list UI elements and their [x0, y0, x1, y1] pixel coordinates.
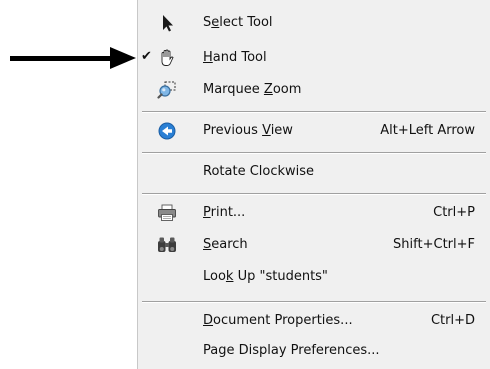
- menu-item-search[interactable]: Search Shift+Ctrl+F: [138, 230, 490, 260]
- menu-item-select-tool[interactable]: Select Tool: [138, 8, 490, 38]
- menu-separator: [142, 193, 486, 195]
- menu-item-marquee-zoom[interactable]: Marquee Zoom: [138, 75, 490, 105]
- menu-item-look-up[interactable]: Look Up "students": [138, 262, 490, 292]
- menu-item-previous-view[interactable]: Previous View Alt+Left Arrow: [138, 116, 490, 146]
- menu-item-label: Document Properties...: [203, 313, 353, 328]
- menu-item-print[interactable]: Print... Ctrl+P: [138, 198, 490, 228]
- checkmark-icon: ✔: [141, 49, 152, 64]
- menu-item-label: Marquee Zoom: [203, 82, 302, 97]
- arrow-cursor-icon: [157, 14, 177, 32]
- menu-item-shortcut: Alt+Left Arrow: [380, 123, 475, 138]
- menu-item-label: Search: [203, 237, 248, 252]
- menu-item-label: Rotate Clockwise: [203, 164, 315, 179]
- menu-item-shortcut: Shift+Ctrl+F: [393, 237, 475, 252]
- printer-icon: [157, 204, 177, 222]
- menu-separator: [142, 111, 486, 113]
- menu-separator: [142, 301, 486, 303]
- menu-item-label: Page Display Preferences...: [203, 343, 380, 358]
- pointer-arrow-icon: [10, 47, 136, 69]
- menu-item-hand-tool[interactable]: ✔ Hand Tool: [138, 43, 490, 73]
- marquee-zoom-icon: [157, 81, 177, 99]
- menu-item-document-properties[interactable]: Document Properties... Ctrl+D: [138, 306, 490, 336]
- binoculars-icon: [157, 236, 177, 254]
- context-menu: Select Tool ✔ Hand Tool Marquee Zoom Pre…: [137, 0, 490, 369]
- hand-icon: [157, 49, 177, 67]
- menu-separator: [142, 152, 486, 154]
- previous-view-icon: [157, 122, 177, 140]
- menu-item-shortcut: Ctrl+D: [430, 313, 475, 328]
- menu-item-label: Print...: [203, 205, 246, 220]
- menu-item-page-display-preferences[interactable]: Page Display Preferences...: [138, 336, 490, 366]
- menu-item-label: Select Tool: [203, 15, 273, 30]
- menu-item-label: Look Up "students": [203, 269, 328, 284]
- menu-item-label: Hand Tool: [203, 50, 267, 65]
- menu-item-rotate-clockwise[interactable]: Rotate Clockwise: [138, 157, 490, 187]
- menu-item-label: Previous View: [203, 123, 293, 138]
- menu-item-shortcut: Ctrl+P: [433, 205, 475, 220]
